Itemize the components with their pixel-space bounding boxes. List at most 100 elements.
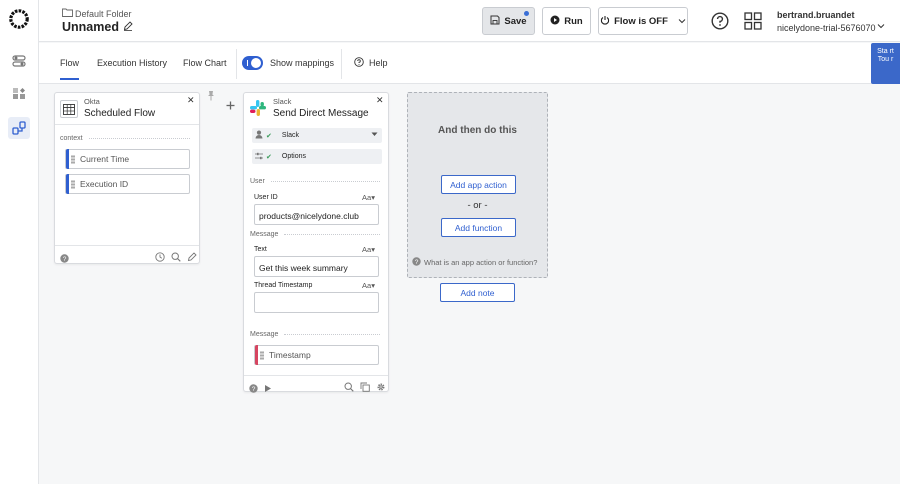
left-rail <box>0 0 39 484</box>
output-pill[interactable]: Timestamp <box>254 345 379 365</box>
close-icon[interactable]: ✕ <box>376 95 384 106</box>
run-button[interactable]: Run <box>542 7 591 35</box>
user-menu[interactable]: bertrand.bruandet nicelydone-trial-56760… <box>777 9 876 35</box>
show-mappings-label: Show mappings <box>270 58 335 68</box>
okta-scheduled-flow-card[interactable]: Okta Scheduled Flow ✕ context Current Ti… <box>54 92 200 264</box>
okta-logo-icon[interactable] <box>9 9 29 29</box>
section-message-label: Message <box>250 231 380 238</box>
tab-execution-history[interactable]: Execution History <box>97 58 167 68</box>
chevron-down-icon <box>678 16 686 27</box>
output-section-label: Message <box>250 331 380 338</box>
sliders-icon <box>255 152 263 162</box>
user-name: bertrand.bruandet <box>777 10 855 20</box>
section-user-label: User <box>250 178 380 185</box>
calendar-table-icon <box>60 100 78 118</box>
output-pill[interactable]: Current Time <box>65 149 190 169</box>
tab-flow[interactable]: Flow <box>60 58 80 80</box>
folder-breadcrumb[interactable]: Default Folder <box>62 8 132 19</box>
help-circle-small-icon[interactable]: ? <box>60 250 69 268</box>
type-aa-icon[interactable]: Aa▾ <box>362 281 375 290</box>
divider <box>341 49 342 79</box>
slack-send-dm-card[interactable]: Slack Send Direct Message ✕ ✔ Slack ✔ Op… <box>243 92 389 393</box>
divider <box>244 375 388 376</box>
divider <box>55 124 199 125</box>
flow-tabs-bar: Flow Execution History Flow Chart Show m… <box>39 43 900 84</box>
help-circle-icon[interactable] <box>711 12 729 35</box>
card-footer-actions <box>155 249 197 267</box>
unsaved-indicator <box>524 11 529 16</box>
tab-flow-chart[interactable]: Flow Chart <box>183 58 227 68</box>
card-title: Send Direct Message <box>273 108 369 119</box>
clock-icon[interactable] <box>155 249 165 267</box>
svg-text:?: ? <box>63 256 67 263</box>
save-label: Save <box>504 15 527 27</box>
card-app-name: Okta <box>84 97 100 106</box>
help-link[interactable]: Help <box>354 57 388 69</box>
power-icon <box>600 15 610 28</box>
flows-icon[interactable] <box>8 117 30 139</box>
output-label: Execution ID <box>80 179 129 189</box>
help-label: Help <box>369 58 388 68</box>
search-icon[interactable] <box>171 249 181 267</box>
thread-timestamp-label: Thread Timestamp <box>254 282 313 289</box>
connection-value: Slack <box>281 132 299 139</box>
components-icon[interactable] <box>8 83 30 105</box>
gear-icon[interactable] <box>376 379 386 397</box>
add-note-button[interactable]: Add note <box>440 283 515 302</box>
add-step-plus-icon[interactable] <box>226 97 235 115</box>
play-icon <box>550 15 560 28</box>
thread-timestamp-input[interactable] <box>254 292 379 313</box>
pin-icon[interactable] <box>206 88 216 106</box>
test-play-icon[interactable] <box>264 380 272 398</box>
check-icon: ✔ <box>266 132 272 140</box>
slack-logo-icon <box>249 99 267 122</box>
edit-icon[interactable] <box>187 249 197 267</box>
caret-down-icon <box>371 132 378 139</box>
user-icon <box>255 130 263 141</box>
next-step-placeholder: And then do this Add app action - or - A… <box>407 92 548 278</box>
text-input[interactable]: Get this week summary <box>254 256 379 277</box>
user-chevron-down-icon[interactable] <box>877 16 885 34</box>
help-small-icon <box>354 57 364 69</box>
connection-select[interactable]: ✔ Slack <box>252 128 382 143</box>
console-toggle-icon[interactable] <box>8 50 30 72</box>
svg-text:?: ? <box>252 386 256 393</box>
output-pill[interactable]: Execution ID <box>65 174 190 194</box>
check-icon: ✔ <box>266 153 272 161</box>
placeholder-heading: And then do this <box>438 125 517 136</box>
save-icon <box>490 15 500 28</box>
type-aa-icon[interactable]: Aa▾ <box>362 245 375 254</box>
copy-icon[interactable] <box>360 379 370 397</box>
card-footer-left: ? <box>249 380 272 398</box>
edit-pencil-icon[interactable] <box>123 20 133 34</box>
divider <box>55 245 199 246</box>
folder-name: Default Folder <box>75 8 132 19</box>
type-aa-icon[interactable]: Aa▾ <box>362 193 375 202</box>
start-tour-button[interactable]: Sta rt Tou r <box>871 43 900 84</box>
divider <box>236 49 237 79</box>
card-footer-right <box>344 379 386 397</box>
apps-grid-icon[interactable] <box>744 12 762 35</box>
what-is-link[interactable]: ? What is an app action or function? <box>412 257 537 268</box>
close-icon[interactable]: ✕ <box>187 95 195 106</box>
options-row[interactable]: ✔ Options <box>252 149 382 164</box>
or-divider-text: - or - <box>467 200 488 211</box>
flow-title-text: Unnamed <box>62 20 119 34</box>
user-org: nicelydone-trial-5676070 <box>777 23 876 33</box>
search-icon[interactable] <box>344 379 354 397</box>
add-app-action-button[interactable]: Add app action <box>441 175 516 194</box>
flow-title[interactable]: Unnamed <box>62 20 133 34</box>
user-id-input[interactable]: products@nicelydone.club <box>254 204 379 225</box>
folder-icon <box>62 8 73 19</box>
user-id-label: User ID <box>254 194 278 201</box>
flow-status-label: Flow is OFF <box>614 15 668 27</box>
add-function-button[interactable]: Add function <box>441 218 516 237</box>
svg-text:?: ? <box>415 259 419 266</box>
help-circle-small-icon[interactable]: ? <box>249 380 258 398</box>
run-label: Run <box>564 15 583 27</box>
show-mappings-toggle[interactable] <box>242 56 263 70</box>
card-title: Scheduled Flow <box>84 108 156 119</box>
options-label: Options <box>281 153 306 160</box>
save-button[interactable]: Save <box>482 7 535 35</box>
flow-status-button[interactable]: Flow is OFF <box>598 7 688 35</box>
